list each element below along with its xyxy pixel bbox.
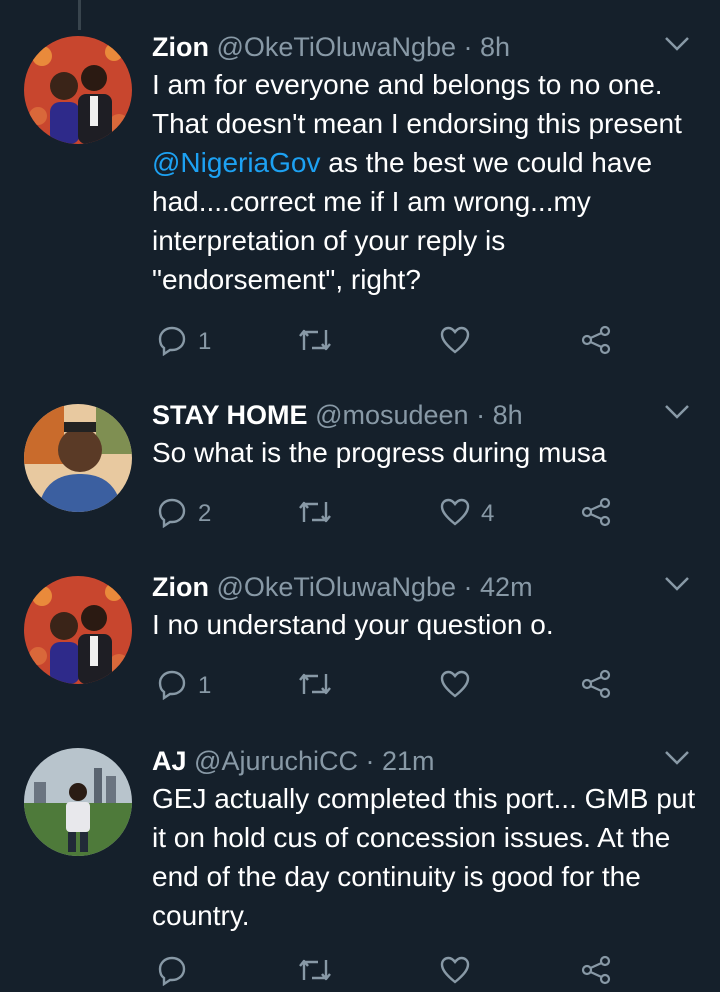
action-bar [156,952,636,992]
like-button[interactable] [439,666,481,706]
share-icon [580,954,612,991]
separator-dot: · [463,32,473,62]
timestamp[interactable]: 21m [382,746,435,776]
tweet-header: Zion @OkeTiOluwaNgbe · 42m [152,570,700,604]
share-button[interactable] [580,494,612,534]
retweet-button[interactable] [298,952,342,992]
avatar[interactable] [24,36,132,144]
mention-link[interactable]: @NigeriaGov [152,147,320,178]
user-handle[interactable]: @OkeTiOluwaNgbe [217,572,457,602]
reply-icon [156,668,188,705]
retweet-icon [298,956,332,989]
tweet[interactable]: STAY HOME @mosudeen · 8h So what is the … [0,398,720,538]
avatar[interactable] [24,576,132,684]
reply-icon [156,324,188,361]
reply-icon [156,954,188,991]
share-icon [580,496,612,533]
heart-icon [439,325,471,360]
display-name[interactable]: Zion [152,32,209,62]
reply-button[interactable]: 2 [156,494,211,534]
chevron-down-icon[interactable] [664,576,690,597]
chevron-down-icon[interactable] [664,750,690,771]
heart-icon [439,497,471,532]
tweet-text: I no understand your question o. [152,609,554,640]
separator-dot: · [476,400,486,430]
tweet-text: So what is the progress during musa [152,437,607,468]
share-button[interactable] [580,666,612,706]
display-name[interactable]: AJ [152,746,187,776]
tweet-header: Zion @OkeTiOluwaNgbe · 8h [152,30,700,64]
avatar[interactable] [24,404,132,512]
like-button[interactable]: 4 [439,494,494,534]
user-handle[interactable]: @OkeTiOluwaNgbe [217,32,457,62]
retweet-button[interactable] [298,666,342,706]
reply-icon [156,496,188,533]
heart-icon [439,955,471,990]
separator-dot: · [365,746,375,776]
reply-button[interactable]: 1 [156,322,211,362]
chevron-down-icon[interactable] [664,36,690,57]
action-bar: 2 4 [156,494,636,534]
reply-button[interactable]: 1 [156,666,211,706]
timestamp[interactable]: 42m [480,572,533,602]
heart-icon [439,669,471,704]
timestamp[interactable]: 8h [493,400,523,430]
tweet-text-part: I am for everyone and belongs to no one.… [152,69,682,139]
tweet[interactable]: AJ @AjuruchiCC · 21m GEJ actually comple… [0,744,720,990]
action-bar: 1 [156,322,636,362]
retweet-icon [298,498,332,531]
retweet-button[interactable] [298,322,342,362]
reply-count: 2 [198,500,212,527]
like-count: 4 [481,500,495,527]
tweet[interactable]: Zion @OkeTiOluwaNgbe · 42m I no understa… [0,570,720,710]
reply-count: 1 [198,328,212,355]
tweet-header: AJ @AjuruchiCC · 21m [152,744,700,778]
tweet-text: GEJ actually completed this port... GMB … [152,783,696,931]
separator-dot: · [463,572,473,602]
share-button[interactable] [580,322,612,362]
thread-connector-line [78,0,81,30]
like-button[interactable] [439,322,481,362]
share-icon [580,324,612,361]
share-button[interactable] [580,952,612,992]
share-icon [580,668,612,705]
action-bar: 1 [156,666,636,706]
tweet-text: I am for everyone and belongs to no one.… [152,65,700,299]
avatar[interactable] [24,748,132,856]
reply-count: 1 [198,672,212,699]
like-button[interactable] [439,952,481,992]
tweet[interactable]: Zion @OkeTiOluwaNgbe · 8h I am for every… [0,30,720,370]
display-name[interactable]: Zion [152,572,209,602]
retweet-icon [298,326,332,359]
user-handle[interactable]: @mosudeen [315,400,469,430]
retweet-button[interactable] [298,494,342,534]
user-handle[interactable]: @AjuruchiCC [194,746,358,776]
retweet-icon [298,670,332,703]
timestamp[interactable]: 8h [480,32,510,62]
reply-button[interactable] [156,952,198,992]
display-name[interactable]: STAY HOME [152,400,308,430]
chevron-down-icon[interactable] [664,404,690,425]
tweet-header: STAY HOME @mosudeen · 8h [152,398,700,432]
